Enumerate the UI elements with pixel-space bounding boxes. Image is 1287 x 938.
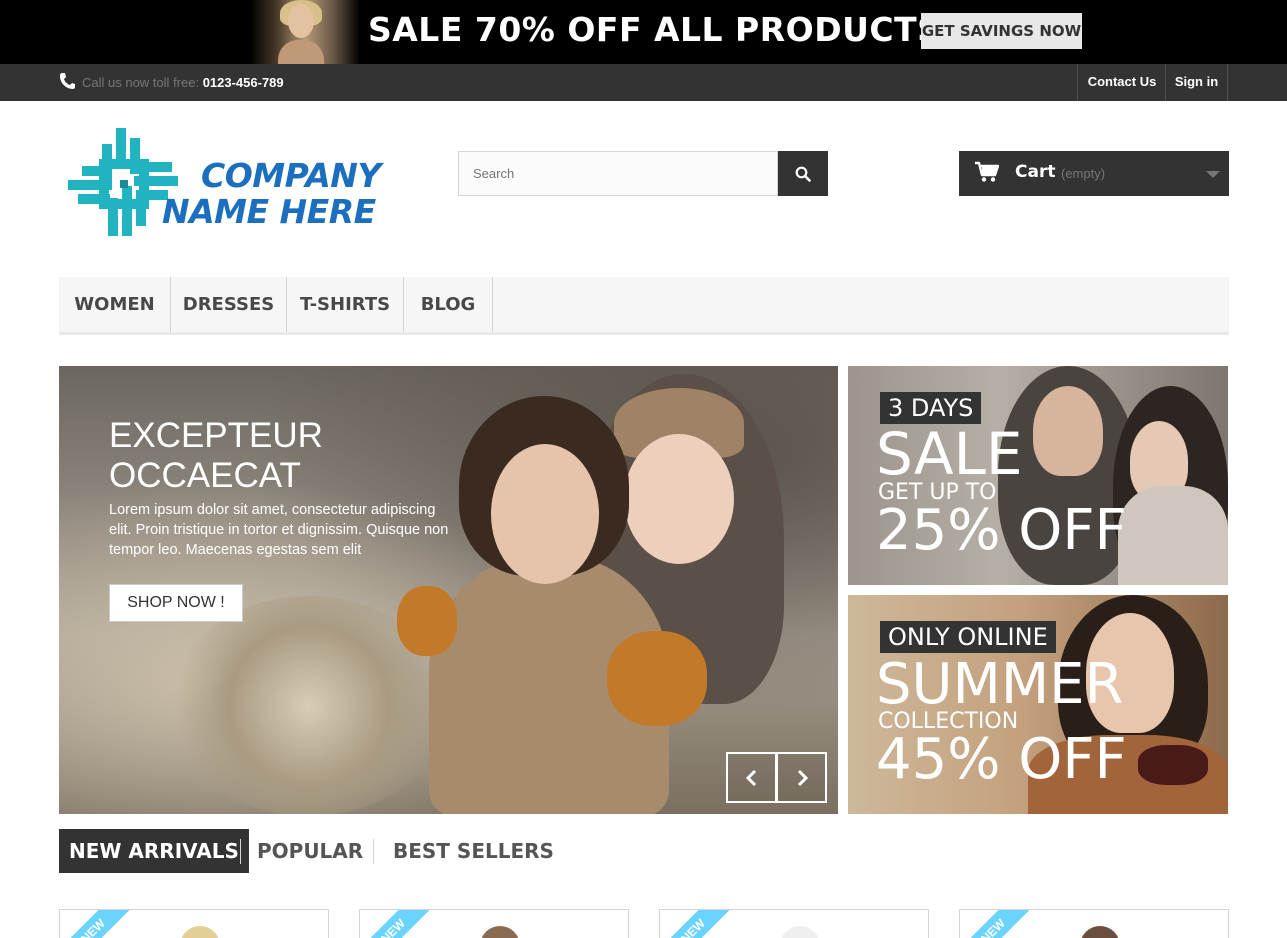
sale-banner[interactable]: 3 DAYS SALE GET UP TO 25% OFF <box>848 366 1228 585</box>
tab-divider <box>373 839 374 864</box>
product-image <box>480 926 520 938</box>
slider-mitten-right <box>607 631 707 726</box>
top-bar: Call us now toll free: 0123-456-789 Cont… <box>0 64 1287 101</box>
product-card[interactable]: NEW <box>359 909 629 938</box>
phone-number: 0123-456-789 <box>202 75 284 90</box>
promo-banner[interactable]: SALE 70% OFF ALL PRODUCTS GET SAVINGS NO… <box>0 0 1287 64</box>
tab-best-sellers[interactable]: BEST SELLERS <box>393 829 554 873</box>
chevron-down-icon <box>1206 171 1220 178</box>
cart-label: Cart <box>1015 162 1056 182</box>
menu-item-women[interactable]: WOMEN <box>59 277 171 332</box>
get-savings-button[interactable]: GET SAVINGS NOW <box>921 13 1082 49</box>
product-card[interactable]: NEW <box>59 909 329 938</box>
banner-headline: SALE <box>876 420 1023 488</box>
banner-headline: SUMMER <box>876 652 1124 717</box>
product-image <box>1080 926 1120 938</box>
chevron-left-icon <box>745 769 757 787</box>
menu-item-dresses[interactable]: DRESSES <box>171 277 287 332</box>
slider-next-button[interactable] <box>776 752 827 803</box>
sign-in-link[interactable]: Sign in <box>1165 64 1228 101</box>
promo-headline: SALE 70% OFF ALL PRODUCTS <box>368 10 942 49</box>
hero-slider[interactable]: EXCEPTEUR OCCAECAT Lorem ipsum dolor sit… <box>59 366 838 814</box>
new-ribbon: NEW <box>660 910 740 938</box>
product-card[interactable]: NEW <box>959 909 1229 938</box>
call-us-label: Call us now toll free: <box>82 75 200 90</box>
main-menu: WOMEN DRESSES T-SHIRTS BLOG <box>59 277 1229 335</box>
search-icon <box>795 166 811 182</box>
cart-button[interactable]: Cart (empty) <box>959 151 1229 196</box>
search-button[interactable] <box>778 151 828 196</box>
new-ribbon: NEW <box>60 910 140 938</box>
menu-item-blog[interactable]: BLOG <box>404 277 493 332</box>
tab-divider <box>240 839 241 864</box>
search-input[interactable] <box>458 151 778 196</box>
slide-title-line1: EXCEPTEUR <box>109 416 323 455</box>
banner-model-man-face <box>1033 386 1103 476</box>
tab-new-arrivals[interactable]: NEW ARRIVALS <box>59 829 249 873</box>
slider-mitten-left <box>397 586 457 656</box>
logo-line2: NAME HERE <box>162 192 376 231</box>
phone-icon <box>60 73 75 89</box>
shop-now-button[interactable]: SHOP NOW ! <box>109 584 243 622</box>
slider-prev-button[interactable] <box>726 752 777 803</box>
product-card[interactable]: NEW <box>659 909 929 938</box>
menu-item-t-shirts[interactable]: T-SHIRTS <box>287 277 404 332</box>
tab-popular[interactable]: POPULAR <box>257 829 363 873</box>
new-ribbon: NEW <box>360 910 440 938</box>
search-bar <box>458 151 828 196</box>
logo-text: COMPANY NAME HERE <box>162 156 381 230</box>
banner-offer: 45% OFF <box>876 727 1127 792</box>
company-logo[interactable]: COMPANY NAME HERE <box>68 128 403 240</box>
promo-model-image <box>250 0 360 64</box>
cart-status: (empty) <box>1061 166 1106 181</box>
contact-us-link[interactable]: Contact Us <box>1077 64 1166 101</box>
new-ribbon: NEW <box>960 910 1040 938</box>
call-us-text: Call us now toll free: 0123-456-789 <box>82 75 284 90</box>
logo-line1: COMPANY <box>201 156 381 195</box>
summer-collection-banner[interactable]: ONLY ONLINE SUMMER COLLECTION 45% OFF <box>848 595 1228 814</box>
sunglasses-icon <box>1138 745 1208 785</box>
chevron-right-icon <box>797 769 809 787</box>
product-image <box>780 926 820 938</box>
slide-title: EXCEPTEUR OCCAECAT <box>109 416 429 496</box>
banner-coat <box>1118 486 1228 585</box>
product-image <box>180 926 220 938</box>
slide-title-line2: OCCAECAT <box>109 456 301 495</box>
banner-tag: ONLY ONLINE <box>880 621 1056 653</box>
banner-offer: 25% OFF <box>876 498 1127 563</box>
slide-description: Lorem ipsum dolor sit amet, consectetur … <box>109 502 449 558</box>
cart-icon <box>975 161 999 182</box>
